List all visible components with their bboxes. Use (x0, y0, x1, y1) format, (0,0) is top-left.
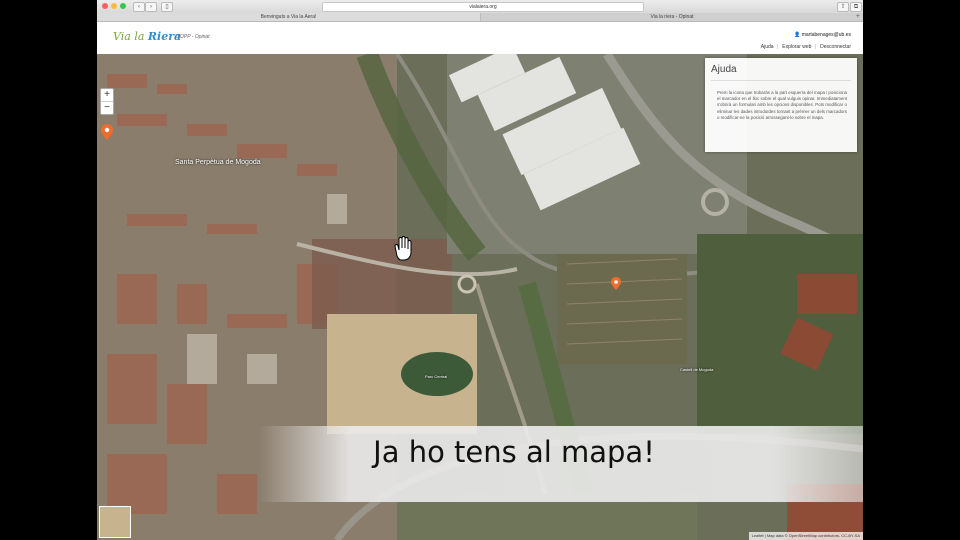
browser-titlebar: ‹ › ▯ vialaiera.org ⇧ ⧉ (97, 0, 863, 14)
tab-opinat[interactable]: Via la riera - Opinat (481, 13, 863, 21)
add-marker-button[interactable] (101, 124, 113, 145)
top-links: Ajuda | Explorar web | Desconnectar (760, 44, 851, 50)
explore-web-link[interactable]: Explorar web (782, 44, 811, 50)
logout-link[interactable]: Desconnectar (820, 44, 851, 50)
close-window-button[interactable] (102, 3, 108, 9)
forward-arrow-icon[interactable]: › (145, 2, 157, 12)
sidebar-icon[interactable]: ▯ (161, 2, 173, 12)
browser-window: ‹ › ▯ vialaiera.org ⇧ ⧉ Benvinguts a Via… (97, 0, 863, 540)
app-subtitle: DIOPP - Opinat (175, 34, 210, 40)
back-arrow-icon[interactable]: ‹ (133, 2, 145, 12)
site-logo[interactable]: Via la Riera (113, 30, 181, 43)
zoom-control: + − (100, 88, 114, 115)
zoom-in-button[interactable]: + (101, 89, 113, 101)
satellite-map[interactable]: Santa Perpètua de Mogoda Parc Central Ca… (97, 54, 863, 540)
zoom-out-button[interactable]: − (101, 101, 113, 114)
address-bar[interactable]: vialaiera.org (322, 2, 644, 12)
map-attribution: Leaflet | Map data © OpenStreetMap contr… (748, 532, 863, 540)
user-icon: 👤 (794, 32, 801, 38)
map-marker-icon (101, 124, 113, 140)
help-title: Ajuda (711, 64, 737, 75)
help-divider (711, 80, 851, 81)
maximize-window-button[interactable] (120, 3, 126, 9)
help-link[interactable]: Ajuda (761, 44, 774, 50)
layer-switcher[interactable] (99, 506, 131, 538)
plus-icon[interactable]: + (856, 13, 860, 21)
tab-bar: Benvinguts a Via la Aera! Via la riera -… (97, 13, 863, 22)
logo-text-via: Via la (113, 30, 145, 43)
user-info: 👤 martabenages@ub.es (794, 32, 851, 38)
tabs-overview-icon[interactable]: ⧉ (850, 2, 862, 12)
help-panel: Ajuda Prem la icona que trobaràs a la pa… (705, 58, 857, 152)
town-label: Santa Perpètua de Mogoda (175, 159, 261, 166)
user-email: martabenages@ub.es (801, 32, 851, 38)
help-text: Prem la icona que trobaràs a la part esq… (717, 90, 847, 120)
minimize-window-button[interactable] (111, 3, 117, 9)
castle-label: Castell de Mogoda (680, 367, 714, 372)
tutorial-caption: Ja ho tens al mapa! (373, 435, 655, 469)
tab-benvinguts[interactable]: Benvinguts a Via la Aera! (97, 13, 481, 21)
park-label: Parc Central (425, 374, 448, 379)
app-header: Via la Riera DIOPP - Opinat 👤 martabenag… (97, 22, 863, 55)
share-icon[interactable]: ⇧ (837, 2, 849, 12)
